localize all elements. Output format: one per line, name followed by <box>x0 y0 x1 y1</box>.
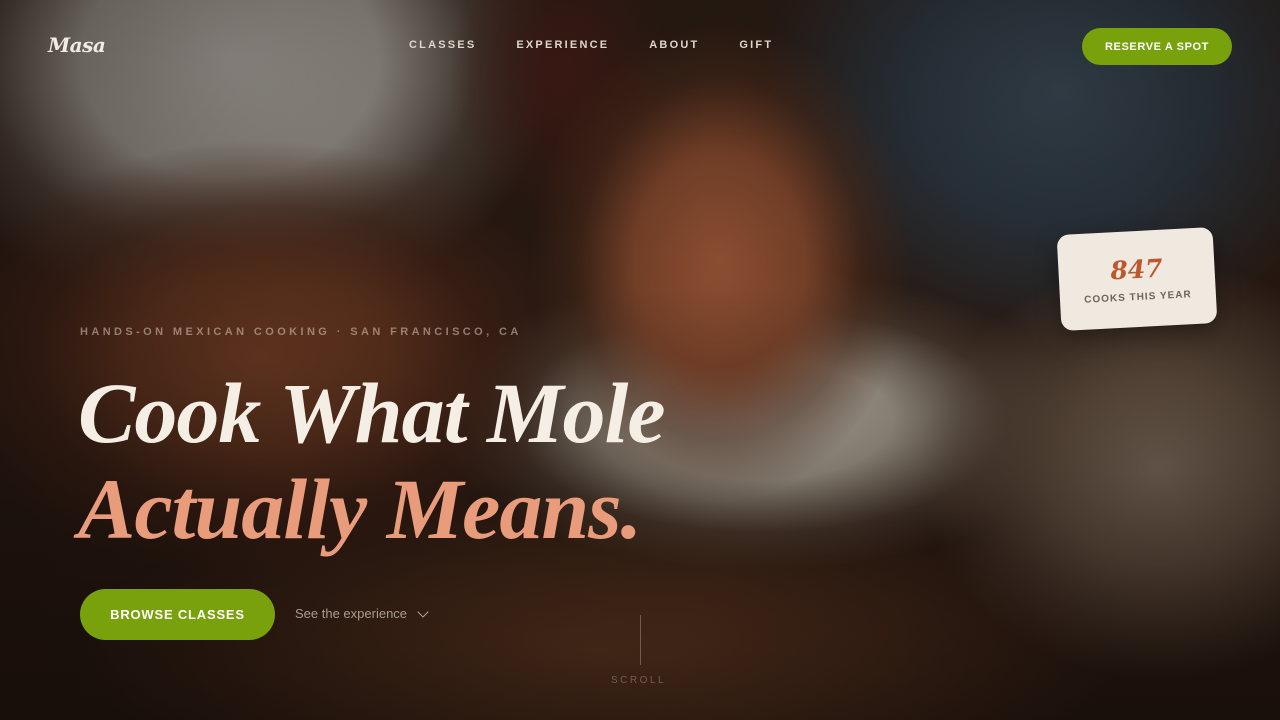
browse-classes-button[interactable]: BROWSE CLASSES <box>80 589 275 640</box>
see-experience-label: See the experience <box>295 606 408 621</box>
brand-logo[interactable]: Masa <box>48 33 106 57</box>
stat-card: 847 COOKS THIS YEAR <box>1056 226 1218 332</box>
scroll-indicator-line <box>640 615 641 665</box>
reserve-spot-button[interactable]: RESERVE A SPOT <box>1082 28 1232 65</box>
see-experience-link[interactable]: See the experience <box>295 605 429 621</box>
nav-item-classes[interactable]: CLASSES <box>409 39 476 51</box>
main-nav: CLASSES EXPERIENCE ABOUT GIFT <box>409 39 773 51</box>
chevron-down-icon <box>417 605 429 618</box>
stat-label: COOKS THIS YEAR <box>1083 289 1192 306</box>
nav-item-gift[interactable]: GIFT <box>739 39 773 51</box>
nav-item-about[interactable]: ABOUT <box>649 39 699 51</box>
stat-value: 847 <box>1109 253 1164 286</box>
hero-headline: Cook What Mole Actually Means. <box>78 365 666 557</box>
scroll-label: SCROLL <box>611 675 667 686</box>
nav-item-experience[interactable]: EXPERIENCE <box>516 39 609 51</box>
headline-line-2: Actually Means. <box>78 461 642 557</box>
hero-eyebrow: HANDS-ON MEXICAN COOKING · SAN FRANCISCO… <box>80 326 522 338</box>
headline-line-1: Cook What Mole <box>78 365 666 461</box>
